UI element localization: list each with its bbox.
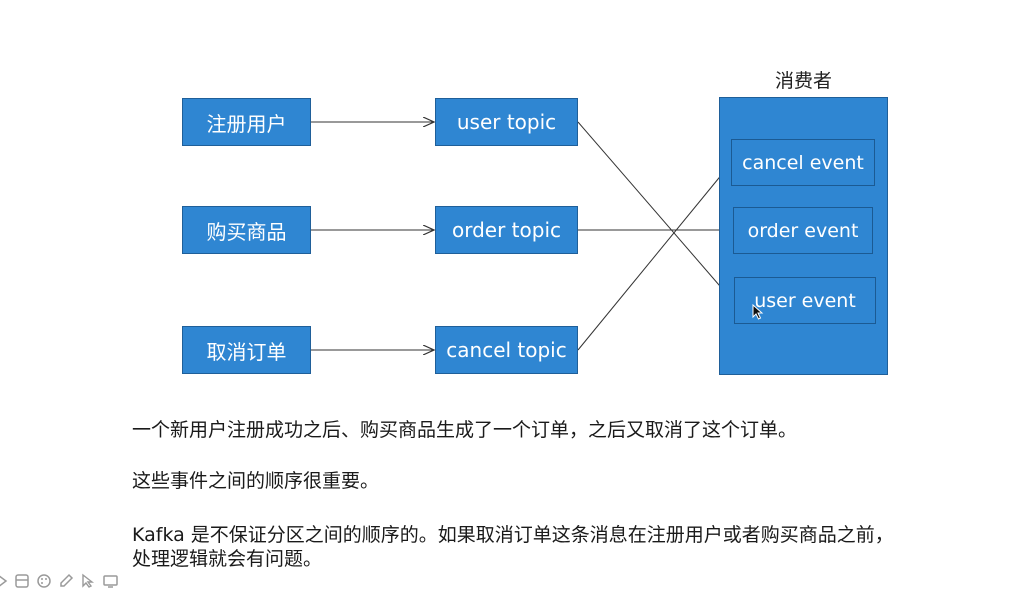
topic-cancel-label: cancel topic bbox=[446, 338, 567, 362]
source-purchase-item-label: 购买商品 bbox=[206, 219, 287, 244]
event-order-label: order event bbox=[747, 219, 859, 242]
screen-icon[interactable] bbox=[102, 573, 120, 589]
arrow-icon[interactable] bbox=[0, 573, 8, 589]
arrow-user-topic-to-user-event bbox=[577, 121, 732, 300]
description-line-2: 这些事件之间的顺序很重要。 bbox=[132, 470, 380, 492]
source-cancel-order-label: 取消订单 bbox=[206, 339, 287, 364]
event-user-label: user event bbox=[754, 289, 856, 312]
topic-cancel: cancel topic bbox=[435, 326, 578, 374]
mouse-cursor-icon bbox=[752, 304, 764, 320]
event-order: order event bbox=[733, 207, 873, 254]
source-register-user-label: 注册用户 bbox=[206, 111, 287, 136]
window-icon[interactable] bbox=[14, 573, 30, 589]
topic-user-label: user topic bbox=[456, 110, 557, 134]
palette-icon[interactable] bbox=[36, 573, 52, 589]
description-line-3: Kafka 是不保证分区之间的顺序的。如果取消订单这条消息在注册用户或者购买商品… bbox=[132, 524, 894, 546]
presentation-toolbar bbox=[0, 571, 120, 591]
pen-icon[interactable] bbox=[58, 573, 74, 589]
consumer-title: 消费者 bbox=[774, 70, 832, 92]
topic-user: user topic bbox=[435, 98, 578, 146]
source-register-user: 注册用户 bbox=[182, 98, 311, 146]
topic-order: order topic bbox=[435, 206, 578, 254]
event-order-diagram: 注册用户 购买商品 取消订单 user topic order topic ca… bbox=[0, 0, 1032, 400]
description-line-4: 处理逻辑就会有问题。 bbox=[132, 548, 323, 570]
event-cancel: cancel event bbox=[731, 139, 875, 186]
source-cancel-order: 取消订单 bbox=[182, 326, 311, 374]
source-purchase-item: 购买商品 bbox=[182, 206, 311, 254]
topic-order-label: order topic bbox=[451, 218, 561, 242]
pointer-icon[interactable] bbox=[80, 573, 96, 589]
event-cancel-label: cancel event bbox=[742, 151, 864, 174]
description-line-1: 一个新用户注册成功之后、购买商品生成了一个订单，之后又取消了这个订单。 bbox=[132, 419, 798, 441]
arrow-cancel-topic-to-cancel-event bbox=[577, 162, 732, 351]
